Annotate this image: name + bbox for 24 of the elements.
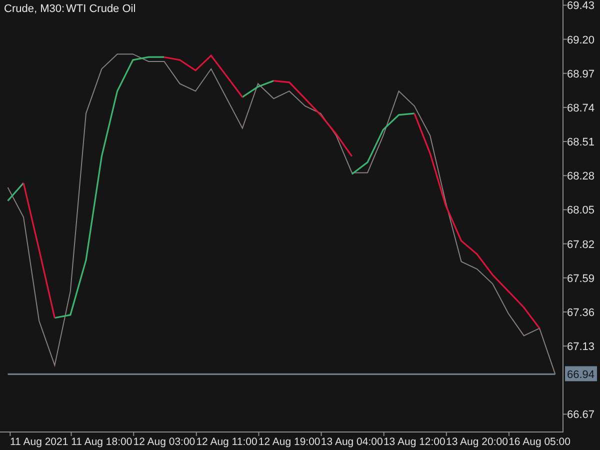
price-axis-label: 68.97 [567,68,595,80]
price-axis-label: 66.67 [567,409,595,422]
time-axis-label: 11 Aug 2021 [10,436,68,448]
chart-title: WTI Crude Oil [66,3,136,15]
time-axis-label: 11 Aug 18:00 [71,436,132,448]
price-axis-label: 68.74 [567,102,595,114]
symbol-label: Crude, M30: [4,3,65,15]
price-axis-label: 67.13 [567,341,595,354]
time-axis-label: 13 Aug 04:00 [320,436,383,448]
price-axis-label: 69.20 [567,34,595,46]
time-axis-label: 16 Aug 05:00 [508,436,570,448]
time-axis-label: 13 Aug 12:00 [383,436,446,448]
time-axis-label: 12 Aug 19:00 [258,436,320,448]
price-axis-label: 69.43 [567,0,595,12]
time-axis-label: 13 Aug 20:00 [446,436,508,448]
price-axis-label: 68.05 [567,204,595,217]
price-axis-label: 68.28 [567,170,595,183]
current-price-tag: 66.94 [565,366,597,382]
time-axis-label: 12 Aug 11:00 [196,436,258,448]
price-axis-label: 67.36 [567,306,595,319]
price-axis-label: 67.82 [567,238,595,251]
price-axis-label: 67.59 [567,272,595,285]
price-axis-label: 68.51 [567,136,595,149]
time-axis-label: 12 Aug 03:00 [133,436,196,448]
